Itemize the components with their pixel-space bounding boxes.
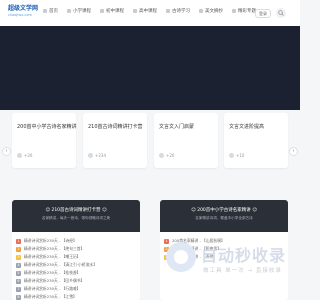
list-item[interactable]: 8 精讲诗词赏析230天 - 【江雪】: [16, 293, 136, 300]
course-card[interactable]: 210首古诗词精讲打卡营 +234: [83, 113, 147, 168]
list-item[interactable]: 1 精讲诗词赏析230天 - 【诗经】: [16, 237, 136, 245]
search-icon: [278, 10, 284, 16]
course-cards: 200首中小学古诗名家精讲 +26 210首古诗词精讲打卡营 +234 文言文入…: [12, 113, 288, 168]
course-card-count: +234: [95, 153, 106, 158]
nav-item-poetry[interactable]: 古诗学习: [166, 8, 190, 14]
panel-list: 1 精讲诗词赏析230天 - 【诗经】 2 精讲诗词赏析230天 - 【绝句三首】 …: [12, 232, 140, 300]
panel-description: 名家精讲诗词，覆盖中小学全部古诗: [195, 216, 253, 220]
book-icon: [166, 9, 170, 13]
course-card-title: 210首古诗词精讲打卡营: [88, 124, 143, 130]
rank-badge: 7: [16, 286, 21, 292]
list-item[interactable]: 2 精讲诗词赏析230天 - 【绝句三首】: [16, 245, 136, 253]
course-panel: ☺ 210首古诗词精讲打卡营 ☺ 名家精讲，每天一首诗，带你领略诗词之美 1 精讲…: [12, 200, 140, 300]
book-icon: [133, 9, 137, 13]
rank-badge: 8: [16, 294, 21, 300]
panel-header: ☺ 200首中小学古诗名家精讲 ☺ 名家精讲诗词，覆盖中小学全部古诗: [160, 200, 288, 232]
nav-item-essay[interactable]: 美文摘抄: [199, 8, 223, 14]
nav-item-topics[interactable]: 精彩专题: [232, 8, 256, 14]
rank-badge: 2: [16, 246, 21, 252]
nav-item-senior[interactable]: 高中课程: [133, 8, 157, 14]
top-navbar: 超级文学网 chaojiwx.com 首页 小学课程 初中课程 高中课程 古诗学…: [0, 0, 300, 26]
user-icon: [88, 153, 93, 158]
user-icon: [17, 153, 22, 158]
user-icon: [159, 153, 164, 158]
rank-badge: 3: [16, 254, 21, 260]
rank-badge: 4: [16, 262, 21, 268]
panel-title[interactable]: ☺ 210首古诗词精讲打卡营 ☺: [12, 207, 140, 213]
panel-header: ☺ 210首古诗词精讲打卡营 ☺ 名家精讲，每天一首诗，带你领略诗词之美: [12, 200, 140, 232]
login-button[interactable]: 登录: [255, 9, 271, 18]
course-card[interactable]: 文言文进阶提高 +10: [224, 113, 288, 168]
list-item[interactable]: 4 精讲诗词赏析230天 - 【清江引·小桥流水】: [16, 261, 136, 269]
list-item[interactable]: 3 精讲诗词赏析230天 - 【嘲王历】: [16, 253, 136, 261]
user-icon: [229, 153, 234, 158]
site-logo[interactable]: 超级文学网 chaojiwx.com: [8, 5, 38, 21]
watermark-title: 自动秒收录: [201, 246, 287, 265]
search-button[interactable]: [276, 8, 286, 18]
book-icon: [199, 9, 203, 13]
watermark: 自动秒收录 做工具 单一次 → 直接收录: [166, 240, 296, 284]
course-card-title: 文言文进阶提高: [229, 124, 265, 130]
watermark-logo-icon: [166, 242, 196, 272]
panel-title[interactable]: ☺ 200首中小学古诗名家精讲 ☺: [160, 207, 288, 213]
book-icon: [232, 9, 236, 13]
rank-badge: 5: [16, 270, 21, 276]
panel-description: 名家精讲，每天一首诗，带你领略诗词之美: [41, 216, 111, 220]
book-icon: [67, 9, 71, 13]
logo-text: 超级文学网: [8, 5, 39, 12]
logo-subtext: chaojiwx.com: [8, 13, 32, 17]
course-card-title: 200首中小学古诗名家精讲: [17, 124, 77, 130]
rank-badge: 6: [16, 278, 21, 284]
course-card-count: +26: [24, 153, 33, 158]
carousel-prev-button[interactable]: ‹: [2, 147, 11, 156]
nav-item-junior[interactable]: 初中课程: [100, 8, 124, 14]
nav-item-primary[interactable]: 小学课程: [67, 8, 91, 14]
hero-banner: [0, 26, 300, 110]
list-item[interactable]: 5 精讲诗词赏析230天 - 【桂枝香】: [16, 269, 136, 277]
book-icon: [100, 9, 104, 13]
list-item[interactable]: 6 精讲诗词赏析230天 - 【回乡偶书】: [16, 277, 136, 285]
course-card[interactable]: 文言文入门启蒙 +20: [154, 113, 218, 168]
home-icon: [43, 9, 47, 13]
rank-badge: 1: [16, 238, 21, 244]
main-nav: 首页 小学课程 初中课程 高中课程 古诗学习 美文摘抄 精彩专题: [43, 8, 265, 14]
carousel-next-button[interactable]: ›: [289, 147, 298, 156]
course-card[interactable]: 200首中小学古诗名家精讲 +26: [12, 113, 77, 168]
watermark-subtitle: 做工具 单一次 → 直接收录: [203, 268, 282, 274]
course-card-count: +20: [166, 153, 175, 158]
course-card-title: 文言文入门启蒙: [159, 124, 195, 130]
nav-item-home[interactable]: 首页: [43, 8, 58, 14]
list-item[interactable]: 7 精讲诗词赏析230天 - 【行路难】: [16, 285, 136, 293]
course-card-count: +10: [236, 153, 245, 158]
